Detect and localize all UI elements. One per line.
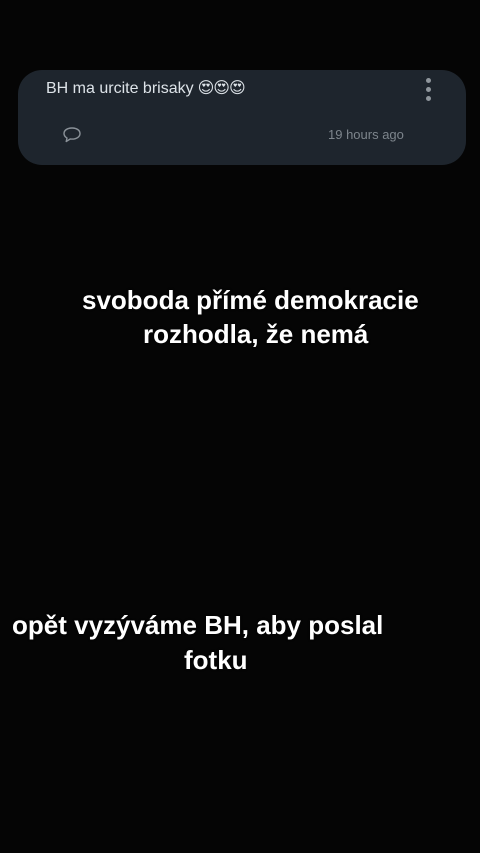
- caption-line: rozhodla, že nemá: [143, 319, 369, 349]
- comment-text: BH ma urcite brisaky: [46, 80, 194, 97]
- more-vert-icon[interactable]: [420, 78, 436, 104]
- menu-dot: [426, 96, 431, 101]
- comment-card[interactable]: BH ma urcite brisaky 😍😍😍 19 hours ago: [18, 70, 466, 165]
- speech-bubble-icon: [63, 127, 81, 143]
- comment-body: BH ma urcite brisaky 😍😍😍: [46, 78, 246, 99]
- comment-icon[interactable]: [62, 126, 82, 144]
- caption-line: opět vyzýváme BH, aby poslal: [12, 610, 384, 640]
- menu-dot: [426, 87, 431, 92]
- caption-line: svoboda přímé demokracie: [82, 285, 419, 315]
- menu-dot: [426, 78, 431, 83]
- comment-timestamp: 19 hours ago: [328, 127, 404, 142]
- comment-emojis: 😍😍😍: [197, 78, 246, 97]
- caption-line: fotku: [184, 645, 248, 675]
